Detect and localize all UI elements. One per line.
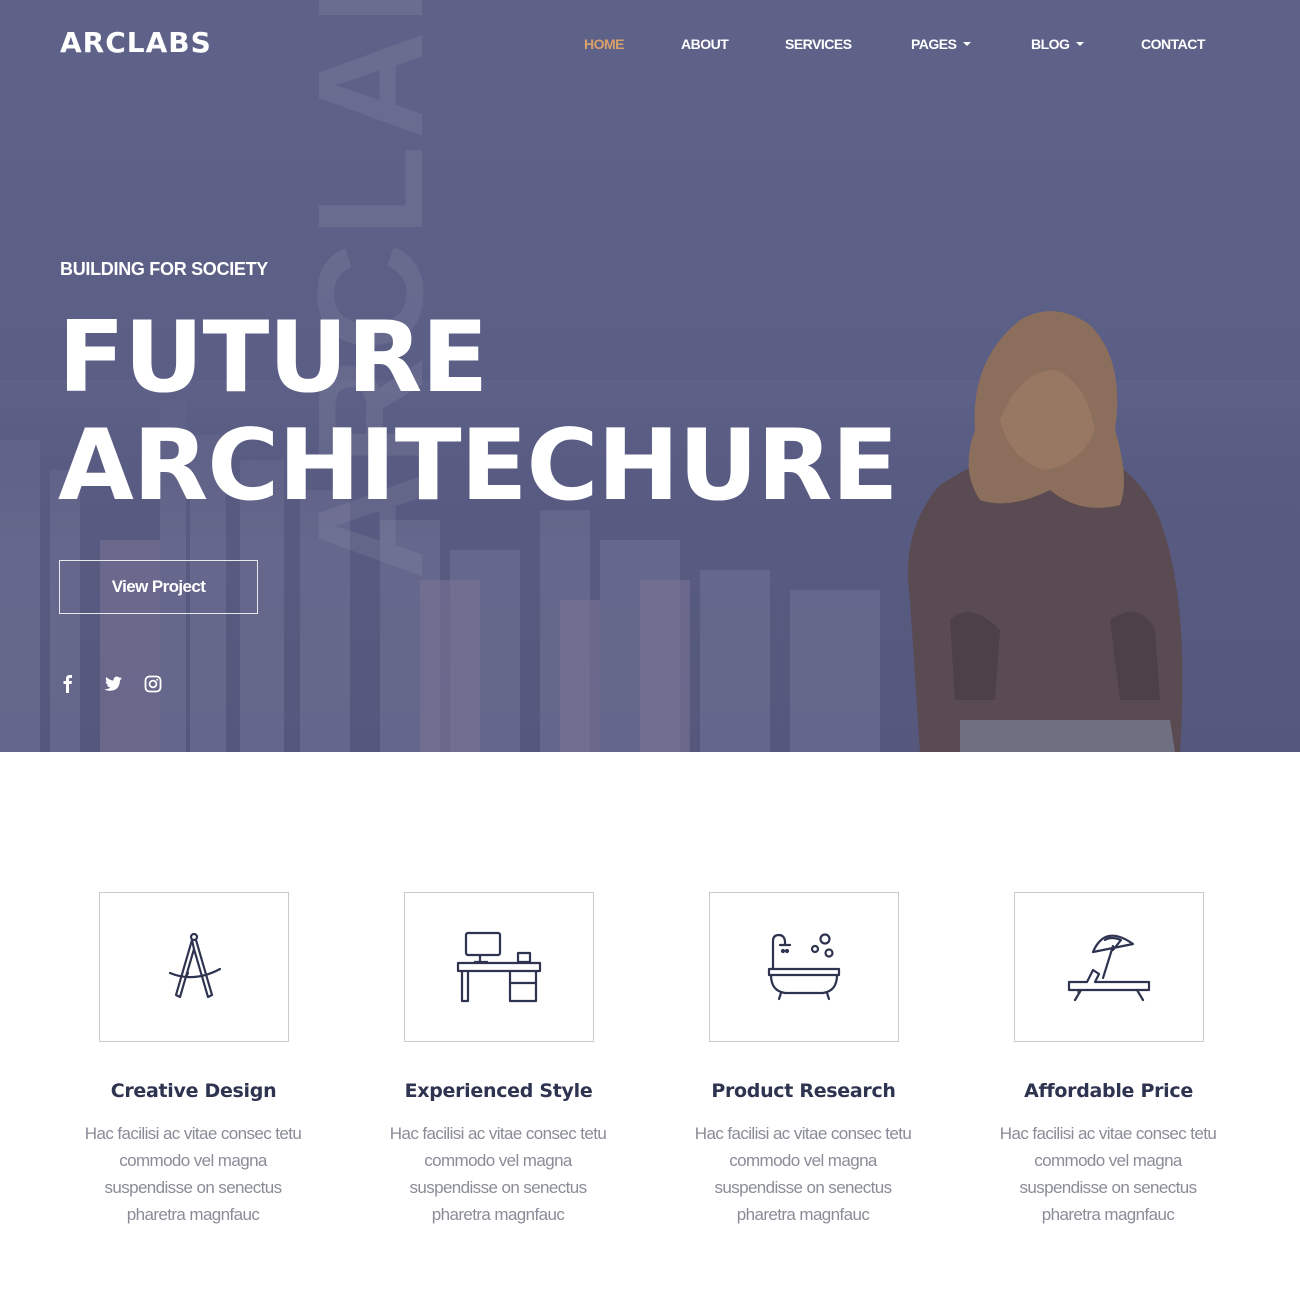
twitter-icon (104, 676, 122, 691)
nav-pages[interactable]: PAGES (911, 36, 972, 52)
compass-icon (168, 932, 222, 999)
feature-title: Affordable Price (1024, 1080, 1193, 1102)
view-project-button[interactable]: View Project (59, 560, 258, 614)
facebook-link[interactable] (62, 674, 103, 694)
chevron-down-icon (1076, 42, 1085, 46)
feature-icon-box (404, 892, 594, 1042)
bathtub-icon (767, 933, 841, 1001)
feature-icon-box (99, 892, 289, 1042)
chevron-down-icon (963, 42, 972, 46)
feature-icon-box (709, 892, 899, 1042)
feature-title: Creative Design (110, 1080, 277, 1102)
feature-description: Hac facilisi ac vitae consec tetu commod… (389, 1124, 607, 1224)
beach-lounger-icon (1067, 934, 1151, 1002)
feature-description: Hac facilisi ac vitae consec tetu commod… (694, 1124, 912, 1224)
feature-title: Experienced Style (404, 1080, 593, 1102)
social-links (62, 674, 185, 694)
instagram-icon (144, 675, 162, 693)
nav-blog-label: BLOG (1031, 36, 1070, 52)
hero-headline: FUTURE ARCHITECHURE (58, 301, 898, 523)
features-section: Creative Design Hac facilisi ac vitae co… (0, 752, 1300, 1300)
nav-home[interactable]: HOME (584, 36, 625, 52)
desk-computer-icon (456, 931, 542, 1003)
facebook-icon (63, 675, 72, 693)
hero-headline-line-2: ARCHITECHURE (58, 409, 898, 523)
nav-blog[interactable]: BLOG (1031, 36, 1085, 52)
main-navigation: HOME ABOUT SERVICES PAGES BLOG CONTACT (0, 36, 1300, 56)
nav-pages-label: PAGES (911, 36, 957, 52)
feature-description: Hac facilisi ac vitae consec tetu commod… (84, 1124, 302, 1224)
hero-headline-line-1: FUTURE (58, 301, 488, 415)
nav-contact[interactable]: CONTACT (1141, 36, 1205, 52)
feature-description: Hac facilisi ac vitae consec tetu commod… (999, 1124, 1217, 1224)
person-photo (908, 311, 1183, 752)
nav-services[interactable]: SERVICES (785, 36, 852, 52)
feature-icon-box (1014, 892, 1204, 1042)
hero-kicker: BUILDING FOR SOCIETY (60, 259, 269, 279)
hero-banner: ARCLABS ARCLABS HOME ABOUT SERVICES PAGE… (0, 0, 1300, 752)
feature-title: Product Research (711, 1080, 896, 1102)
nav-about[interactable]: ABOUT (681, 36, 729, 52)
twitter-link[interactable] (103, 674, 144, 694)
instagram-link[interactable] (144, 674, 185, 694)
